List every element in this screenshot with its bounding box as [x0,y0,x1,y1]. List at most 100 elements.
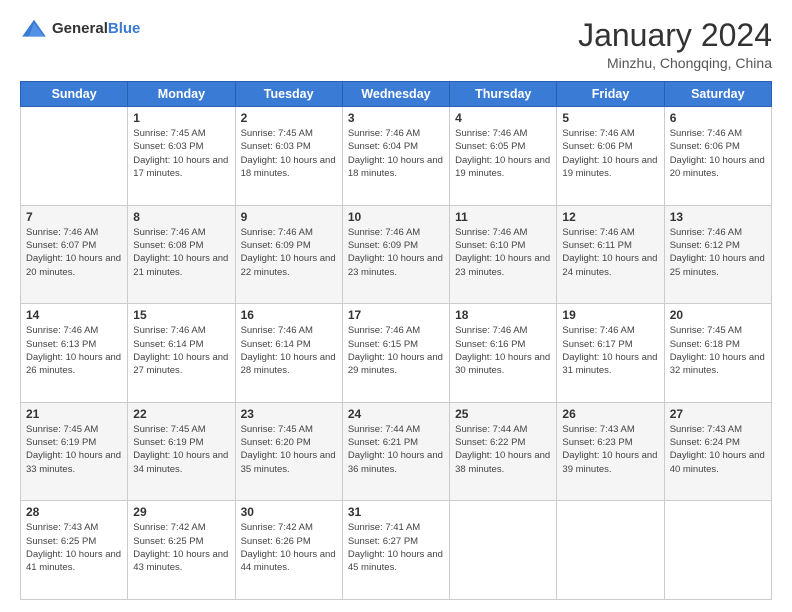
daylight-text: Daylight: 10 hours and 29 minutes. [348,352,443,376]
sunset-text: Sunset: 6:23 PM [562,437,632,448]
sunset-text: Sunset: 6:03 PM [133,141,203,152]
week-row-3: 14Sunrise: 7:46 AMSunset: 6:13 PMDayligh… [21,304,772,403]
daylight-text: Daylight: 10 hours and 45 minutes. [348,549,443,573]
day-number: 23 [241,407,337,421]
sunrise-text: Sunrise: 7:45 AM [241,128,313,139]
daylight-text: Daylight: 10 hours and 24 minutes. [562,253,657,277]
sunrise-text: Sunrise: 7:45 AM [241,424,313,435]
sunrise-text: Sunrise: 7:46 AM [562,325,634,336]
day-number: 24 [348,407,444,421]
daylight-text: Daylight: 10 hours and 31 minutes. [562,352,657,376]
sunrise-text: Sunrise: 7:46 AM [348,325,420,336]
sunrise-text: Sunrise: 7:42 AM [133,522,205,533]
table-cell: 6Sunrise: 7:46 AMSunset: 6:06 PMDaylight… [664,107,771,206]
day-info: Sunrise: 7:45 AMSunset: 6:19 PMDaylight:… [133,423,229,476]
sunset-text: Sunset: 6:12 PM [670,240,740,251]
sunrise-text: Sunrise: 7:43 AM [26,522,98,533]
day-number: 6 [670,111,766,125]
day-info: Sunrise: 7:46 AM Sunset: 6:15 PM Daylight:… [348,324,444,377]
logo: GeneralBlue [20,18,140,40]
sunrise-text: Sunrise: 7:44 AM [348,424,420,435]
table-cell: 18Sunrise: 7:46 AMSunset: 6:16 PMDayligh… [450,304,557,403]
sunrise-text: Sunrise: 7:45 AM [26,424,98,435]
day-info: Sunrise: 7:46 AMSunset: 6:12 PMDaylight:… [670,226,766,279]
sunrise-text: Sunrise: 7:43 AM [670,424,742,435]
table-cell: 25Sunrise: 7:44 AMSunset: 6:22 PMDayligh… [450,402,557,501]
day-number: 10 [348,210,444,224]
sunset-text: Sunset: 6:05 PM [455,141,525,152]
weekday-friday: Friday [557,82,664,107]
daylight-text: Daylight: 10 hours and 19 minutes. [455,155,550,179]
sunset-text: Sunset: 6:07 PM [26,240,96,251]
sunset-text: Sunset: 6:15 PM [348,339,418,350]
table-cell [664,501,771,600]
day-info: Sunrise: 7:46 AMSunset: 6:10 PMDaylight:… [455,226,551,279]
day-info: Sunrise: 7:46 AM Sunset: 6:05 PM Daylight:… [455,127,551,180]
day-number: 1 [133,111,229,125]
daylight-text: Daylight: 10 hours and 21 minutes. [133,253,228,277]
sunset-text: Sunset: 6:06 PM [670,141,740,152]
week-row-5: 28Sunrise: 7:43 AMSunset: 6:25 PMDayligh… [21,501,772,600]
day-info: Sunrise: 7:46 AMSunset: 6:11 PMDaylight:… [562,226,658,279]
table-cell: 27Sunrise: 7:43 AMSunset: 6:24 PMDayligh… [664,402,771,501]
sunrise-text: Sunrise: 7:44 AM [455,424,527,435]
day-info: Sunrise: 7:46 AMSunset: 6:13 PMDaylight:… [26,324,122,377]
day-info: Sunrise: 7:43 AMSunset: 6:23 PMDaylight:… [562,423,658,476]
day-info: Sunrise: 7:46 AM Sunset: 6:17 PM Daylight:… [562,324,658,377]
day-info: Sunrise: 7:44 AMSunset: 6:22 PMDaylight:… [455,423,551,476]
sunrise-text: Sunrise: 7:45 AM [133,128,205,139]
table-cell: 28 Sunrise: 7:43 AMSunset: 6:25 PMDayligh… [21,501,128,600]
day-number: 26 [562,407,658,421]
table-cell: 22 Sunrise: 7:45 AMSunset: 6:19 PMDayligh… [128,402,235,501]
weekday-header-row: Sunday Monday Tuesday Wednesday Thursday… [21,82,772,107]
header: GeneralBlue January 2024 Minzhu, Chongqi… [20,18,772,71]
logo-icon [20,18,48,40]
daylight-text: Daylight: 10 hours and 20 minutes. [26,253,121,277]
weekday-tuesday: Tuesday [235,82,342,107]
calendar-page: GeneralBlue January 2024 Minzhu, Chongqi… [0,0,792,612]
table-cell: 29Sunrise: 7:42 AMSunset: 6:25 PMDayligh… [128,501,235,600]
daylight-text: Daylight: 10 hours and 44 minutes. [241,549,336,573]
week-row-1: 1 Sunrise: 7:45 AM Sunset: 6:03 PM Daylight… [21,107,772,206]
day-number: 22 [133,407,229,421]
sunset-text: Sunset: 6:09 PM [348,240,418,251]
sunset-text: Sunset: 6:22 PM [455,437,525,448]
sunrise-text: Sunrise: 7:42 AM [241,522,313,533]
sunset-text: Sunset: 6:19 PM [26,437,96,448]
table-cell: 15Sunrise: 7:46 AMSunset: 6:14 PMDayligh… [128,304,235,403]
day-number: 18 [455,308,551,322]
table-cell: 3Sunrise: 7:46 AMSunset: 6:04 PMDaylight… [342,107,449,206]
day-number: 28 [26,505,122,519]
day-info: Sunrise: 7:43 AMSunset: 6:24 PMDaylight:… [670,423,766,476]
sunset-text: Sunset: 6:09 PM [241,240,311,251]
sunset-text: Sunset: 6:14 PM [241,339,311,350]
daylight-text: Daylight: 10 hours and 23 minutes. [348,253,443,277]
table-cell: 10Sunrise: 7:46 AMSunset: 6:09 PMDayligh… [342,205,449,304]
sunrise-text: Sunrise: 7:46 AM [455,128,527,139]
sunrise-text: Sunrise: 7:43 AM [562,424,634,435]
day-info: Sunrise: 7:43 AMSunset: 6:25 PMDaylight:… [26,521,122,574]
daylight-text: Daylight: 10 hours and 23 minutes. [455,253,550,277]
table-cell: 9Sunrise: 7:46 AMSunset: 6:09 PMDaylight… [235,205,342,304]
day-number: 21 [26,407,122,421]
daylight-text: Daylight: 10 hours and 18 minutes. [348,155,443,179]
sunset-text: Sunset: 6:20 PM [241,437,311,448]
sunset-text: Sunset: 6:04 PM [348,141,418,152]
day-number: 29 [133,505,229,519]
weekday-saturday: Saturday [664,82,771,107]
day-info: Sunrise: 7:45 AMSunset: 6:18 PMDaylight:… [670,324,766,377]
day-number: 7 [26,210,122,224]
month-title: January 2024 [578,18,772,53]
table-cell: 16Sunrise: 7:46 AMSunset: 6:14 PMDayligh… [235,304,342,403]
sunrise-text: Sunrise: 7:46 AM [133,325,205,336]
sunset-text: Sunset: 6:25 PM [133,536,203,547]
sunset-text: Sunset: 6:16 PM [455,339,525,350]
sunset-text: Sunset: 6:17 PM [562,339,632,350]
table-cell: 2Sunrise: 7:45 AMSunset: 6:03 PMDaylight… [235,107,342,206]
day-number: 15 [133,308,229,322]
weekday-monday: Monday [128,82,235,107]
sunset-text: Sunset: 6:19 PM [133,437,203,448]
day-info: Sunrise: 7:45 AMSunset: 6:03 PMDaylight:… [133,127,229,180]
sunrise-text: Sunrise: 7:46 AM [241,227,313,238]
day-number: 9 [241,210,337,224]
